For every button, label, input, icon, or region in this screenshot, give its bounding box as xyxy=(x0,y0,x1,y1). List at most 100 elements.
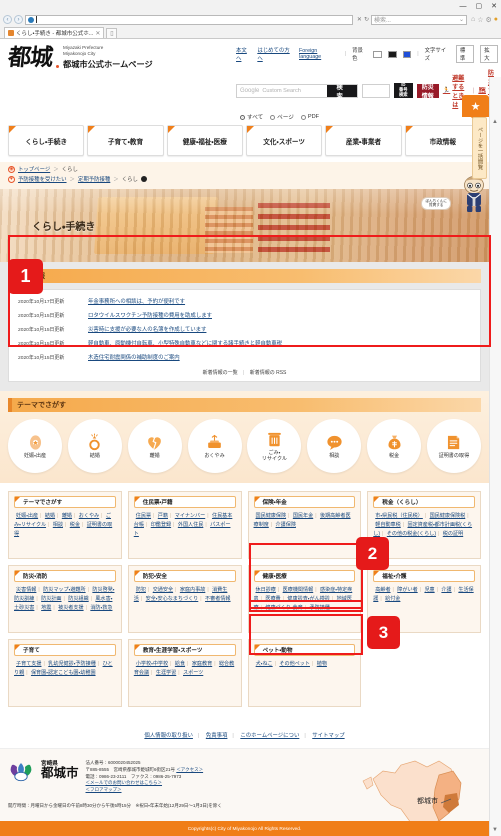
mascot-speech-bubble[interactable]: ぼんちくんに 質問する xyxy=(421,197,451,210)
cat-link[interactable]: マイナンバー xyxy=(175,513,205,519)
mail-inquiry-link[interactable]: ＜メールでのお問い合わせはこちら＞ xyxy=(86,780,163,785)
foreign-language-link[interactable]: Foreign language xyxy=(299,48,339,60)
theme-item-tax[interactable]: 税金 xyxy=(367,419,422,473)
browser-tab-active[interactable]: くらし・手続き - 都城市公式ホ... ✕ xyxy=(4,27,105,38)
minimize-button[interactable]: — xyxy=(460,3,467,10)
cat-link[interactable]: 生涯学習 xyxy=(156,670,176,676)
disclaimer-link[interactable]: 免責事項 xyxy=(206,733,228,739)
cat-link[interactable]: 離婚 xyxy=(62,513,72,519)
cat-link[interactable]: 健康づくり・食育 xyxy=(265,605,302,611)
scroll-down-arrow[interactable]: ▼ xyxy=(490,825,500,835)
cat-link[interactable]: 安全・安心なまちづくり xyxy=(146,596,199,602)
cat-link[interactable]: 子育て支援 xyxy=(16,661,41,667)
cat-link[interactable]: 戸籍 xyxy=(158,513,168,519)
cat-link[interactable]: 税の証明 xyxy=(443,531,463,537)
nav-item-kenko[interactable]: 健康・福祉・医療 xyxy=(166,125,243,156)
cat-link[interactable]: 給付金 xyxy=(385,596,400,602)
cat-link[interactable]: 小学校・中学校 xyxy=(136,661,168,667)
home-icon[interactable]: ⌂ xyxy=(471,16,475,23)
about-site-link[interactable]: このホームページについ xyxy=(240,733,299,739)
cat-link[interactable]: 国民健康保険税 xyxy=(430,513,466,519)
cat-link[interactable]: 給食 xyxy=(175,661,185,667)
maximize-button[interactable]: ▢ xyxy=(476,3,483,10)
cat-link[interactable]: 高齢者 xyxy=(375,587,390,593)
user-icon[interactable]: ● xyxy=(494,16,498,23)
cat-link[interactable]: 保育園・認定こども園・幼稚園 xyxy=(31,670,96,676)
forward-icon[interactable]: › xyxy=(14,15,23,24)
address-bar[interactable] xyxy=(25,14,353,25)
cat-link[interactable]: 医療費 xyxy=(265,596,280,602)
theme-item-garbage[interactable]: ごみ・ リサイクル xyxy=(247,419,302,473)
theme-item-pregnancy[interactable]: 妊娠・出産 xyxy=(8,419,62,473)
cat-link[interactable]: 軽自動車税 xyxy=(375,522,400,528)
theme-item-funeral[interactable]: おくやみ xyxy=(187,419,242,473)
mascot-bonchikun[interactable] xyxy=(459,175,489,213)
nav-item-kurashi[interactable]: くらし・手続き xyxy=(8,125,85,156)
cat-link[interactable]: 印鑑登録 xyxy=(151,522,171,528)
cat-link[interactable]: 介護 xyxy=(441,587,451,593)
cat-link[interactable]: 災害情報 xyxy=(16,587,36,593)
cat-link[interactable]: おくやみ xyxy=(79,513,99,519)
nav-item-shisei[interactable]: 市政情報 xyxy=(404,125,481,156)
gear-icon[interactable]: ⚙ xyxy=(485,16,491,24)
cat-link[interactable]: スポーツ xyxy=(183,670,203,676)
theme-item-consult[interactable]: 相談 xyxy=(307,419,362,473)
cat-link[interactable]: 外国人住民 xyxy=(178,522,203,528)
cat-link[interactable]: 防犯 xyxy=(136,587,146,593)
page-scrollbar[interactable]: ▲ ▼ xyxy=(489,77,501,836)
cat-link[interactable]: 交通安全 xyxy=(153,587,173,593)
fontsize-large-button[interactable]: 拡大 xyxy=(480,45,499,63)
stop-icon[interactable]: ✕ xyxy=(357,16,362,23)
browser-search-input[interactable]: 検索... ⌄ xyxy=(370,14,467,25)
cat-link[interactable]: 防災計画 xyxy=(41,596,61,602)
cat-link[interactable]: 被災者支援 xyxy=(58,605,83,611)
close-icon[interactable]: ✕ xyxy=(95,30,100,37)
cat-link[interactable]: 健康診査・がん検診 xyxy=(287,596,329,602)
cat-link[interactable]: 障がい者 xyxy=(397,587,417,593)
id-search-button[interactable]: ID 番号検索 xyxy=(394,82,413,98)
news-title-link[interactable]: 災害時に支援が必要な人の名簿を作成しています xyxy=(88,325,206,333)
favorite-fab-button[interactable]: ★ xyxy=(462,95,489,122)
close-window-button[interactable]: ✕ xyxy=(491,3,497,10)
cat-link[interactable]: 防災組織 xyxy=(68,596,88,602)
breadcrumb-routine-link[interactable]: 定期予防接種 xyxy=(78,175,110,183)
cat-link[interactable]: 消防・救急 xyxy=(90,605,112,611)
site-search-button[interactable]: 検索 xyxy=(327,84,358,100)
cat-link[interactable]: 地震 xyxy=(41,605,51,611)
cat-link[interactable]: 休日診療 xyxy=(256,587,276,593)
cat-link[interactable]: その他ペット xyxy=(279,661,310,667)
scroll-up-arrow[interactable]: ▲ xyxy=(490,117,500,127)
news-list-link[interactable]: 新着情報の一覧 xyxy=(203,370,238,376)
radio-all[interactable]: すべて xyxy=(240,113,263,121)
news-title-link[interactable]: 木造住宅耐震関係の補助制度のご案内 xyxy=(88,353,180,361)
site-logo[interactable]: 都城 Miyazaki Prefecture Miyakonojo City 都… xyxy=(7,44,236,72)
cat-link[interactable]: 医療機関情報 xyxy=(283,587,314,593)
news-title-link[interactable]: ロタウイルスワクチン予防接種の費用を助成します xyxy=(88,311,212,319)
nav-item-bunka[interactable]: 文化・スポーツ xyxy=(245,125,323,156)
bgcolor-white-button[interactable] xyxy=(373,50,382,58)
bgcolor-blue-button[interactable] xyxy=(402,50,412,58)
cat-link[interactable]: 乳幼児健診・予防接種 xyxy=(48,661,96,667)
breadcrumb-top-link[interactable]: トップページ xyxy=(18,165,50,173)
new-tab-button[interactable]: ▯ xyxy=(106,28,118,38)
news-title-link[interactable]: 年金事務所への相談は、予約が便利です xyxy=(88,297,185,305)
disaster-info-button[interactable]: 防災情報 xyxy=(416,83,439,100)
cat-link[interactable]: 結婚 xyxy=(45,513,55,519)
cat-link[interactable]: 防災マップ・避難所 xyxy=(43,587,85,593)
theme-item-certificate[interactable]: 証明書の取得 xyxy=(426,419,481,473)
cat-link[interactable]: 住民票 xyxy=(136,513,151,519)
cat-link[interactable]: その他の税金(くらし) xyxy=(387,531,436,537)
cat-link-vaccination[interactable]: 予防接種 xyxy=(310,605,330,611)
cat-link[interactable]: 相談 xyxy=(53,522,63,528)
cat-link[interactable]: 植物 xyxy=(317,661,327,667)
cat-link[interactable]: 家庭内事故 xyxy=(180,587,205,593)
floor-map-link[interactable]: ＜フロアマップ＞ xyxy=(86,787,122,792)
first-time-guide-link[interactable]: はじめての方へ xyxy=(257,46,293,62)
refresh-icon[interactable]: ↻ xyxy=(364,16,369,23)
breadcrumb-vaccine-link[interactable]: 予防接種を受けたい xyxy=(18,175,67,183)
cat-link[interactable]: 不審者情報 xyxy=(205,596,230,602)
fontsize-standard-button[interactable]: 標準 xyxy=(455,45,475,63)
theme-item-divorce[interactable]: 離婚 xyxy=(127,419,182,473)
cat-link[interactable]: 介護保険 xyxy=(276,522,296,528)
cat-link[interactable]: 国民年金 xyxy=(293,513,313,519)
